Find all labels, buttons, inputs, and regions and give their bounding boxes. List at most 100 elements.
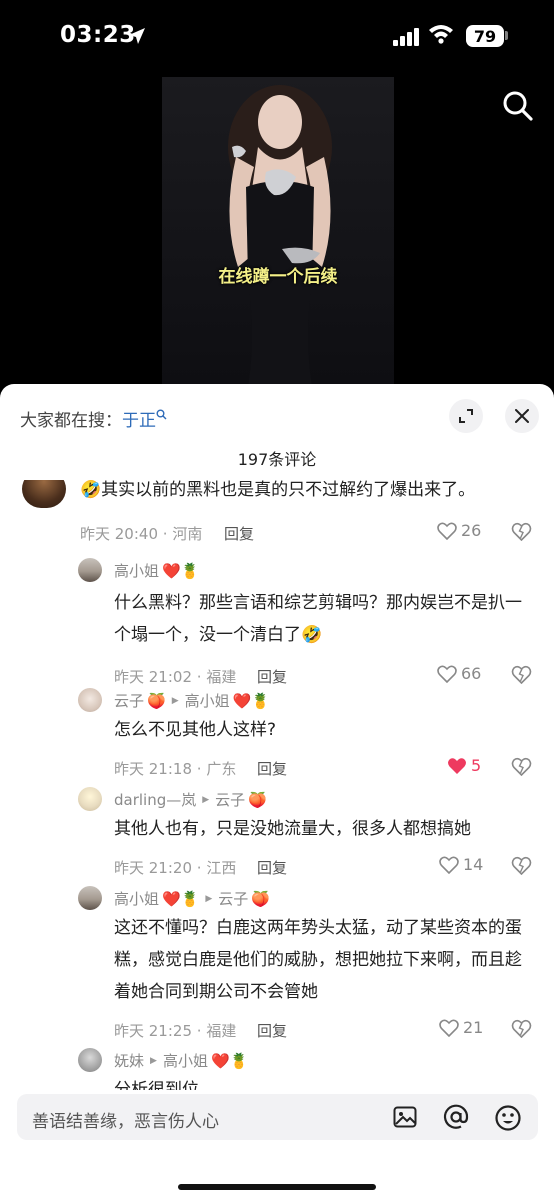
- dislike-icon[interactable]: [511, 757, 532, 776]
- laughing-emoji: 🤣: [80, 480, 102, 500]
- dislike-icon[interactable]: [511, 522, 532, 541]
- reply-to-author[interactable]: 云子: [215, 789, 245, 810]
- comment-meta: 昨天 20:40 · 河南: [80, 525, 203, 543]
- expand-icon: [459, 409, 473, 423]
- reply-button[interactable]: 回复: [257, 758, 287, 779]
- reply-to-emoji: ❤️🍍: [232, 691, 270, 710]
- comment-author-line: 高小姐 ❤️🍍 ▶ 云子 🍑: [114, 888, 270, 909]
- like-count: 5: [471, 756, 482, 775]
- heart-icon: [439, 856, 459, 874]
- like-button[interactable]: 66: [437, 664, 481, 683]
- reply-button[interactable]: 回复: [257, 1020, 287, 1041]
- battery-indicator: 79: [466, 25, 504, 47]
- image-icon[interactable]: [393, 1105, 417, 1129]
- comment-text: 怎么不见其他人这样?: [114, 720, 277, 740]
- emoji-icon[interactable]: [494, 1104, 522, 1132]
- author-emoji: 🍑: [147, 691, 166, 710]
- comment-meta: 昨天 21:02 · 福建: [114, 668, 237, 686]
- comment-location: 江西: [206, 859, 237, 877]
- comment-text: 🤣其实以前的黑料也是真的只不过解约了爆出来了。: [80, 480, 540, 506]
- reply-to-author[interactable]: 高小姐: [185, 690, 230, 711]
- like-button[interactable]: 14: [439, 855, 483, 874]
- expand-button[interactable]: [449, 399, 483, 433]
- reply-button[interactable]: 回复: [257, 666, 287, 687]
- comment-author-line: darling—岚 ▶ 云子 🍑: [114, 789, 267, 810]
- like-count: 21: [463, 1018, 484, 1037]
- like-count: 66: [461, 664, 482, 683]
- comment-location: 福建: [206, 668, 237, 686]
- close-icon: [515, 409, 529, 423]
- comment-input-placeholder: 善语结善缘，恶言伤人心: [32, 1112, 219, 1132]
- heart-icon: [437, 522, 457, 540]
- comment-author[interactable]: 高小姐: [114, 888, 159, 909]
- home-indicator[interactable]: [178, 1184, 376, 1190]
- comment-author[interactable]: 云子: [114, 690, 144, 711]
- cellular-signal-icon: [393, 28, 419, 46]
- dislike-icon[interactable]: [511, 1019, 532, 1038]
- comment-author-line: 高小姐 ❤️🍍: [114, 560, 199, 581]
- video-player[interactable]: [162, 77, 394, 387]
- reply-button[interactable]: 回复: [257, 857, 287, 878]
- comment-body: 其实以前的黑料也是真的只不过解约了爆出来了。: [101, 480, 476, 500]
- like-button[interactable]: 21: [439, 1018, 483, 1037]
- clock: 03:23: [60, 22, 136, 48]
- avatar[interactable]: [78, 787, 102, 811]
- reply-to-emoji: 🍑: [248, 790, 267, 809]
- comment-time: 昨天 21:20: [114, 859, 192, 877]
- comment-meta: 昨天 21:18 · 广东: [114, 760, 237, 778]
- comment-text: 什么黑料？那些言语和综艺剪辑吗？那内娱岂不是扒一个塌一个，没一个清白了🤣: [114, 593, 522, 645]
- location-arrow-icon: [129, 28, 145, 44]
- avatar[interactable]: [78, 688, 102, 712]
- trending-search-keyword[interactable]: 于正: [122, 411, 156, 431]
- reply-to-emoji: ❤️🍍: [210, 1051, 249, 1070]
- comment-location: 河南: [172, 525, 203, 543]
- trending-search[interactable]: 大家都在搜：于正: [20, 406, 167, 431]
- comment-input[interactable]: 善语结善缘，恶言伤人心: [17, 1094, 538, 1140]
- avatar[interactable]: [78, 1048, 102, 1072]
- reply-to-author[interactable]: 高小姐: [163, 1050, 208, 1071]
- mention-icon[interactable]: [442, 1103, 470, 1131]
- comment-text: 这还不懂吗？白鹿这两年势头太猛，动了某些资本的蛋糕，感觉白鹿是他们的威胁，想把她…: [114, 918, 522, 1002]
- heart-icon: [439, 1019, 459, 1037]
- comment-author-line: 云子 🍑 ▶ 高小姐 ❤️🍍: [114, 690, 270, 711]
- author-emoji: ❤️🍍: [162, 889, 200, 908]
- reply-arrow-icon: ▶: [171, 695, 179, 706]
- comment-location: 广东: [206, 760, 237, 778]
- dislike-icon[interactable]: [511, 856, 532, 875]
- comment-author[interactable]: darling—岚: [114, 789, 196, 810]
- comment-location: 福建: [206, 1022, 237, 1040]
- reply-to-author[interactable]: 云子: [218, 888, 248, 909]
- reply-arrow-icon: ▶: [150, 1055, 157, 1066]
- comment-time: 昨天 21:18: [114, 760, 192, 778]
- heart-icon: [437, 665, 457, 683]
- comment-text: 其他人也有，只是没她流量大，很多人都想搞她: [114, 819, 471, 839]
- author-emoji: ❤️🍍: [162, 561, 200, 580]
- like-count: 26: [461, 521, 482, 540]
- comment-author[interactable]: 高小姐: [114, 560, 159, 581]
- comment-author-line: 妩妹 ▶ 高小姐 ❤️🍍: [114, 1050, 248, 1071]
- comment-author[interactable]: 妩妹: [114, 1050, 144, 1071]
- comment-time: 昨天 20:40: [80, 525, 158, 543]
- close-button[interactable]: [505, 399, 539, 433]
- dislike-icon[interactable]: [511, 665, 532, 684]
- comment-meta: 昨天 21:20 · 江西: [114, 859, 237, 877]
- avatar[interactable]: [22, 480, 66, 508]
- avatar[interactable]: [78, 886, 102, 910]
- trending-search-prefix: 大家都在搜：: [20, 411, 122, 431]
- like-button[interactable]: 5: [447, 756, 481, 775]
- video-frame-figure: [228, 85, 332, 387]
- comment-list[interactable]: 🤣其实以前的黑料也是真的只不过解约了爆出来了。 昨天 20:40 · 河南 回复…: [0, 480, 554, 1090]
- comment-count: 197条评论: [237, 450, 317, 469]
- like-button[interactable]: 26: [437, 521, 481, 540]
- search-icon[interactable]: [502, 90, 534, 122]
- avatar[interactable]: [78, 558, 102, 582]
- small-search-icon: [156, 409, 167, 420]
- comment-time: 昨天 21:02: [114, 668, 192, 686]
- heart-filled-icon: [448, 757, 466, 774]
- video-subtitle: 在线蹲一个后续: [218, 267, 338, 287]
- reply-to-emoji: 🍑: [251, 889, 270, 908]
- reply-arrow-icon: ▶: [202, 794, 210, 805]
- reply-button[interactable]: 回复: [224, 523, 254, 544]
- comment-text: 分析很到位: [114, 1080, 199, 1090]
- comment-time: 昨天 21:25: [114, 1022, 192, 1040]
